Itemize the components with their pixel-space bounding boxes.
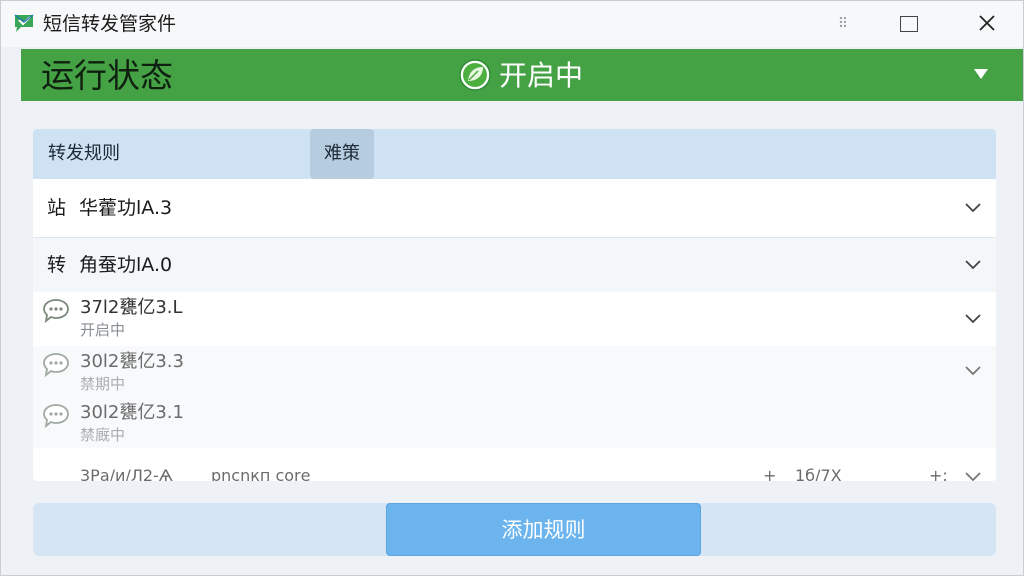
status-banner[interactable]: 运行状态 开启中 (21, 49, 1023, 101)
drag-handle-icon[interactable]: ⠿ (837, 15, 849, 33)
chat-bubble-icon (43, 353, 69, 378)
rule-row[interactable]: 30l2甕亿3.3 禁期中 30l2甕亿3.1 禁廐中 (33, 346, 996, 448)
rule-name: 角蚕功lA.0 (79, 254, 173, 276)
chevron-down-icon[interactable] (964, 468, 982, 481)
rule-row[interactable]: 转 角蚕功lA.0 (33, 238, 996, 292)
rule-row[interactable]: 3Ра/и/Л2-Ѧ pnсnкп соrе + 1б/7Х +: (33, 448, 996, 481)
app-window: 短信转发管家件 ⠿ 运行状态 开启中 转发规则 难策 站 华藿功lA.3 转 角… (0, 0, 1024, 576)
rule-prefix: 转 (47, 254, 67, 276)
chevron-down-icon[interactable] (964, 199, 982, 217)
window-title: 短信转发管家件 (43, 13, 177, 35)
rules-header: 转发规则 难策 (33, 129, 996, 179)
status-value: 开启中 (499, 59, 584, 92)
close-button[interactable] (975, 11, 999, 35)
title-bar[interactable]: 短信转发管家件 ⠿ (1, 1, 1023, 47)
app-logo-icon (14, 14, 34, 32)
chevron-down-icon[interactable] (964, 310, 982, 328)
rule-col-4: 1б/7Х (795, 466, 842, 481)
rule-col-2: pnсnкп соrе (211, 466, 311, 481)
rules-header-title: 转发规则 (48, 143, 120, 164)
rules-panel: 转发规则 难策 站 华藿功lA.3 转 角蚕功lA.0 37l2甕亿3.L 开启… (33, 129, 996, 481)
rule-title: 30l2甕亿3.3 (80, 351, 184, 372)
chevron-down-icon[interactable] (964, 256, 982, 274)
rules-header-tab[interactable]: 难策 (310, 129, 374, 179)
rule-col-3: + (763, 466, 777, 481)
rule-title: 30l2甕亿3.1 (80, 402, 184, 423)
rule-status: 禁廐中 (80, 426, 126, 444)
rule-col-5: +: (929, 466, 948, 481)
rule-col-1: 3Ра/и/Л2-Ѧ (80, 466, 173, 481)
chat-bubble-icon (43, 299, 69, 324)
rule-status: 开启中 (80, 321, 126, 339)
maximize-button[interactable] (900, 16, 918, 32)
add-rule-button[interactable]: 添加规则 (386, 503, 701, 556)
chat-bubble-icon (43, 404, 69, 429)
rule-prefix: 站 (47, 197, 67, 219)
rule-name: 华藿功lA.3 (79, 197, 173, 219)
dropdown-caret-icon[interactable] (974, 69, 988, 79)
chevron-down-icon[interactable] (964, 362, 982, 380)
rule-row[interactable]: 站 华藿功lA.3 (33, 179, 996, 237)
rule-status: 禁期中 (80, 375, 126, 393)
rule-title: 37l2甕亿3.L (80, 297, 183, 318)
footer-bar: 添加规则 (33, 503, 996, 556)
leaf-check-icon (459, 59, 491, 91)
status-label: 运行状态 (41, 56, 173, 95)
rule-row[interactable]: 37l2甕亿3.L 开启中 (33, 292, 996, 346)
